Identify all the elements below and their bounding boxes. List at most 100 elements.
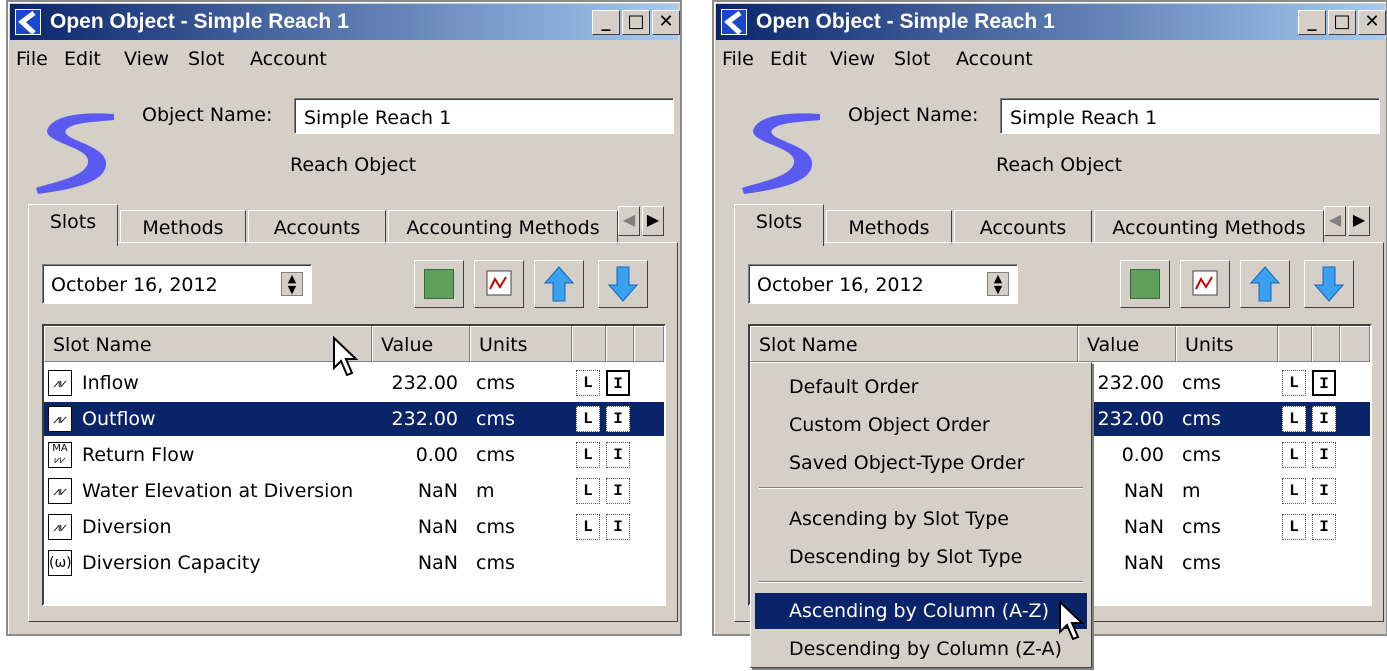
menu-descending-by-column[interactable]: Descending by Column (Z-A) xyxy=(755,631,1087,667)
linked-flag-icon[interactable]: L xyxy=(1282,406,1306,432)
table-row[interactable]: ⩘⩗ Diversion NaN cms L I xyxy=(44,510,664,544)
column-flag-i[interactable] xyxy=(606,326,634,362)
linked-flag-icon[interactable]: L xyxy=(1282,442,1306,468)
date-field[interactable]: October 16, 2012 ▲ ▼ xyxy=(42,264,312,304)
tab-accounting-methods[interactable]: Accounting Methods xyxy=(388,210,618,244)
column-extra[interactable] xyxy=(634,326,664,362)
menu-slot[interactable]: Slot xyxy=(894,48,930,70)
input-flag-icon[interactable]: I xyxy=(606,370,630,396)
table-row[interactable]: (ω) Diversion Capacity NaN cms xyxy=(44,546,664,580)
linked-flag-icon[interactable]: L xyxy=(1282,514,1306,540)
linked-flag-icon[interactable]: L xyxy=(576,514,600,540)
menu-view[interactable]: View xyxy=(124,48,169,70)
plot-icon[interactable] xyxy=(474,260,524,308)
date-spinner[interactable]: ▲ ▼ xyxy=(281,272,303,296)
tab-accounting-methods[interactable]: Accounting Methods xyxy=(1094,210,1324,244)
linked-flag-icon[interactable]: L xyxy=(576,406,600,432)
maximize-icon[interactable]: □ xyxy=(622,10,650,35)
column-value[interactable]: Value xyxy=(372,326,470,362)
slot-units: cms xyxy=(1182,444,1221,466)
tab-slots[interactable]: Slots xyxy=(28,204,118,246)
sort-context-menu: Default Order Custom Object Order Saved … xyxy=(750,362,1092,668)
tab-accounts[interactable]: Accounts xyxy=(954,210,1092,244)
arrow-down-icon[interactable] xyxy=(598,260,648,308)
color-square-icon[interactable] xyxy=(1120,260,1170,308)
column-units[interactable]: Units xyxy=(1176,326,1278,362)
arrow-down-icon[interactable] xyxy=(1304,260,1354,308)
object-name-field[interactable]: Simple Reach 1 xyxy=(1000,98,1380,134)
column-value[interactable]: Value xyxy=(1078,326,1176,362)
menu-custom-object-order[interactable]: Custom Object Order xyxy=(755,407,1087,443)
linked-flag-icon[interactable]: L xyxy=(576,370,600,396)
linked-flag-icon[interactable]: L xyxy=(576,478,600,504)
date-field[interactable]: October 16, 2012 ▲ ▼ xyxy=(748,264,1018,304)
date-spinner[interactable]: ▲ ▼ xyxy=(987,272,1009,296)
slot-name: Outflow xyxy=(82,408,156,430)
column-flag-l[interactable] xyxy=(572,326,606,362)
column-extra[interactable] xyxy=(1340,326,1370,362)
plot-icon[interactable] xyxy=(1180,260,1230,308)
arrow-up-icon[interactable] xyxy=(1240,260,1290,308)
slot-value: 0.00 xyxy=(415,444,458,466)
tab-methods[interactable]: Methods xyxy=(120,210,246,244)
app-icon xyxy=(721,9,747,35)
input-flag-icon[interactable]: I xyxy=(1312,514,1336,540)
column-slot-name[interactable]: Slot Name xyxy=(44,326,372,362)
menu-ascending-by-slot-type[interactable]: Ascending by Slot Type xyxy=(755,501,1087,537)
minimize-icon[interactable]: _ xyxy=(1298,10,1326,35)
menu-edit[interactable]: Edit xyxy=(770,48,807,70)
title-bar[interactable]: Open Object - Simple Reach 1 _ □ ✕ xyxy=(716,4,1386,40)
date-value: October 16, 2012 xyxy=(757,274,924,296)
column-slot-name[interactable]: Slot Name xyxy=(750,326,1078,362)
tab-scroll-right-icon[interactable]: ▶ xyxy=(642,206,664,236)
table-row[interactable]: ⩘⩗ Water Elevation at Diversion NaN m L … xyxy=(44,474,664,508)
object-name-field[interactable]: Simple Reach 1 xyxy=(294,98,674,134)
tab-scroll-left-icon[interactable]: ◀ xyxy=(618,206,640,236)
close-icon[interactable]: ✕ xyxy=(1358,10,1386,35)
slot-value: NaN xyxy=(1123,516,1164,538)
menu-ascending-by-column[interactable]: Ascending by Column (A-Z) xyxy=(755,593,1087,629)
input-flag-icon[interactable]: I xyxy=(606,442,630,468)
slot-units: cms xyxy=(476,516,515,538)
tab-scroll-right-icon[interactable]: ▶ xyxy=(1348,206,1370,236)
tab-methods[interactable]: Methods xyxy=(826,210,952,244)
column-units[interactable]: Units xyxy=(470,326,572,362)
title-bar[interactable]: Open Object - Simple Reach 1 _ □ ✕ xyxy=(10,4,680,40)
menu-account[interactable]: Account xyxy=(956,48,1033,70)
table-row[interactable]: MA ⩗⩗ Return Flow 0.00 cms L I xyxy=(44,438,664,472)
tab-accounts[interactable]: Accounts xyxy=(248,210,386,244)
linked-flag-icon[interactable]: L xyxy=(1282,370,1306,396)
arrow-up-icon[interactable] xyxy=(534,260,584,308)
input-flag-icon[interactable]: I xyxy=(1312,442,1336,468)
menu-view[interactable]: View xyxy=(830,48,875,70)
linked-flag-icon[interactable]: L xyxy=(576,442,600,468)
input-flag-icon[interactable]: I xyxy=(606,478,630,504)
mouse-cursor-icon xyxy=(1059,600,1085,641)
input-flag-icon[interactable]: I xyxy=(1312,370,1336,396)
input-flag-icon[interactable]: I xyxy=(1312,406,1336,432)
minimize-icon[interactable]: _ xyxy=(592,10,620,35)
close-icon[interactable]: ✕ xyxy=(652,10,680,35)
mouse-cursor-icon xyxy=(333,336,359,377)
input-flag-icon[interactable]: I xyxy=(1312,478,1336,504)
menu-slot[interactable]: Slot xyxy=(188,48,224,70)
tab-scroll-left-icon[interactable]: ◀ xyxy=(1324,206,1346,236)
tab-slots[interactable]: Slots xyxy=(734,204,824,246)
input-flag-icon[interactable]: I xyxy=(606,514,630,540)
input-flag-icon[interactable]: I xyxy=(606,406,630,432)
column-flag-i[interactable] xyxy=(1312,326,1340,362)
menu-saved-object-type-order[interactable]: Saved Object-Type Order xyxy=(755,445,1087,481)
table-row[interactable]: ⩘⩗ Outflow 232.00 cms L I xyxy=(44,402,664,436)
slot-units: cms xyxy=(476,408,515,430)
column-flag-l[interactable] xyxy=(1278,326,1312,362)
color-square-icon[interactable] xyxy=(414,260,464,308)
menu-file[interactable]: File xyxy=(16,48,48,70)
menu-account[interactable]: Account xyxy=(250,48,327,70)
menu-edit[interactable]: Edit xyxy=(64,48,101,70)
menu-descending-by-slot-type[interactable]: Descending by Slot Type xyxy=(755,539,1087,575)
maximize-icon[interactable]: □ xyxy=(1328,10,1356,35)
linked-flag-icon[interactable]: L xyxy=(1282,478,1306,504)
menu-default-order[interactable]: Default Order xyxy=(755,369,1087,405)
slot-value: NaN xyxy=(417,552,458,574)
menu-file[interactable]: File xyxy=(722,48,754,70)
